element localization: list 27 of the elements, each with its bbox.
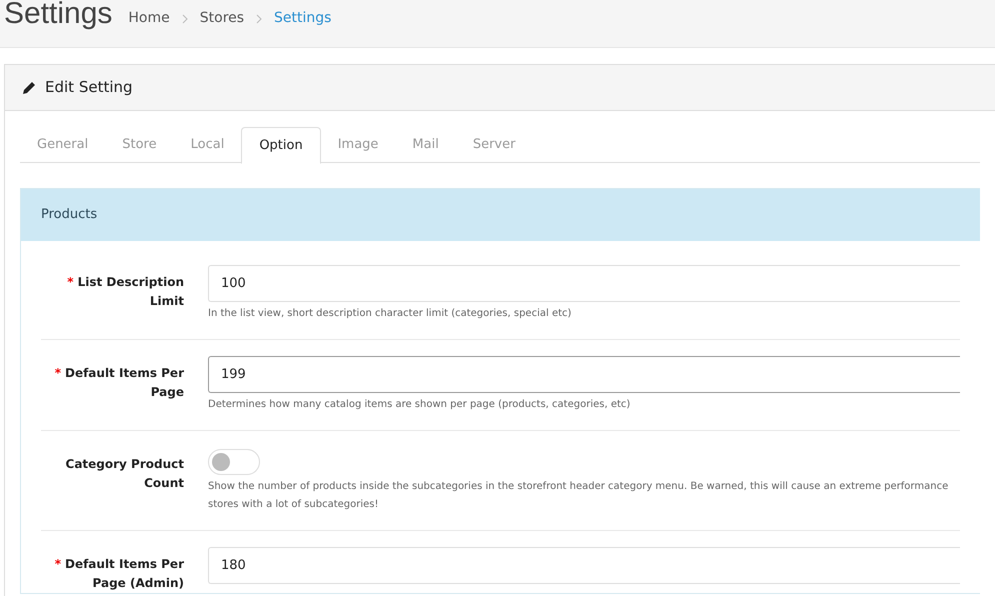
pencil-icon [21, 80, 37, 96]
toggle-switch[interactable] [208, 449, 260, 475]
tab[interactable]: General [20, 127, 106, 163]
field-label: * Default Items Per Page (Admin) [54, 557, 184, 590]
help-text: In the list view, short description character limit (categories, special etc) [208, 307, 572, 321]
field-label: * List Description Limit [67, 275, 184, 308]
tab[interactable]: Local [174, 127, 242, 163]
field-label: * Default Items Per Page [54, 366, 184, 399]
section-heading: Products [21, 189, 980, 241]
chevron-icon [182, 14, 188, 24]
tab[interactable]: Mail [395, 127, 456, 163]
tab[interactable]: Option [241, 127, 321, 164]
page-title: Settings [4, 0, 112, 29]
breadcrumb-link[interactable]: Home [128, 8, 170, 29]
help-text: Determines how many catalog items are shown per page (products, categories, etc) [208, 398, 632, 412]
field-label: Category Product Count [66, 457, 184, 490]
breadcrumb-link[interactable]: Settings [274, 8, 332, 29]
breadcrumb-link[interactable]: Stores [200, 8, 244, 29]
input-field[interactable]: 100 [208, 265, 960, 302]
input-field[interactable]: 199 [208, 356, 960, 393]
help-text: Show the number of products inside the subcategories in the storefront header category menu. Be warned, this will cause an extreme performance stores with a lot of subcategories! [208, 480, 950, 512]
input-field[interactable]: 180 [208, 547, 960, 584]
tab[interactable]: Image [320, 127, 396, 163]
panel-title: Edit Setting [45, 77, 133, 98]
tab[interactable]: Server [456, 127, 532, 163]
tab[interactable]: Store [105, 127, 174, 163]
chevron-icon [256, 14, 262, 24]
